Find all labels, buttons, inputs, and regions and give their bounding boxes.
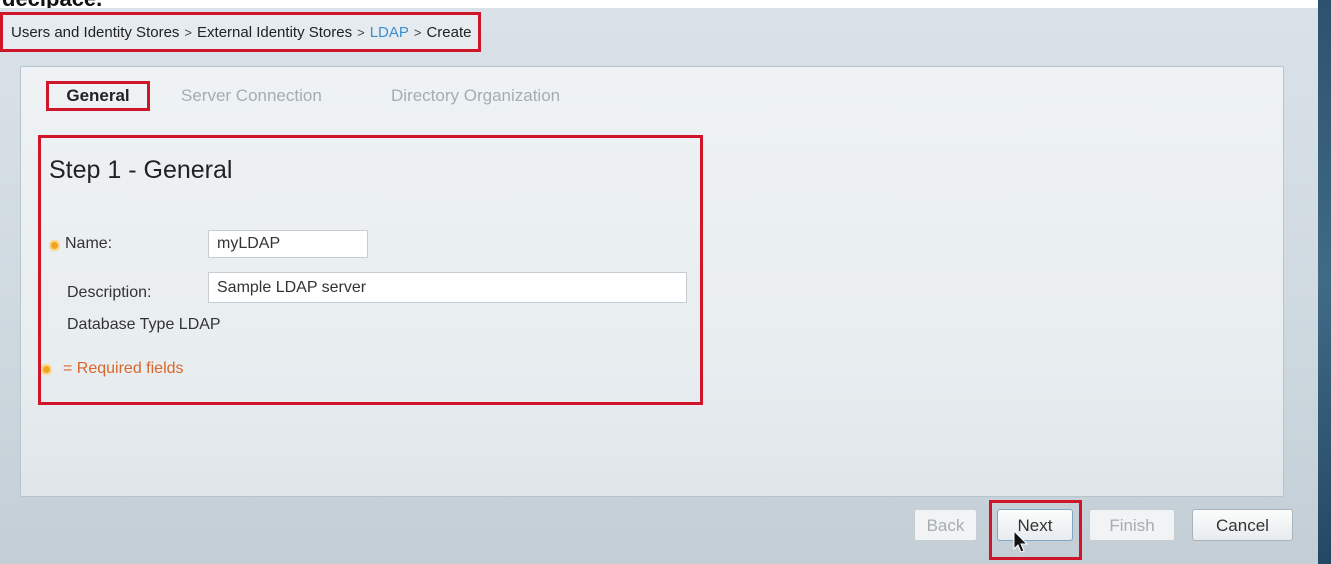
name-input[interactable]: [208, 230, 368, 258]
breadcrumb-item-external[interactable]: External Identity Stores: [197, 24, 352, 41]
required-field-icon: [41, 364, 52, 375]
step-content: Step 1 - General Name: Description: Data…: [38, 135, 703, 405]
tab-directory-organization[interactable]: Directory Organization: [391, 81, 560, 111]
breadcrumb-item-users[interactable]: Users and Identity Stores: [11, 24, 179, 41]
cropped-heading: decipace.: [2, 0, 102, 8]
breadcrumb-item-ldap[interactable]: LDAP: [370, 24, 409, 41]
breadcrumb: Users and Identity Stores > External Ide…: [0, 12, 481, 52]
mouse-pointer-icon: [1013, 530, 1029, 553]
wizard-panel: General Server Connection Directory Orga…: [20, 66, 1284, 497]
breadcrumb-separator: >: [184, 24, 193, 40]
description-input[interactable]: [208, 272, 687, 303]
breadcrumb-separator: >: [413, 24, 422, 40]
window-edge: [1318, 0, 1331, 564]
breadcrumb-separator: >: [357, 24, 365, 40]
back-button[interactable]: Back: [914, 509, 977, 541]
step-title: Step 1 - General: [49, 156, 233, 184]
required-field-icon: [49, 240, 60, 251]
description-label: Description:: [67, 284, 152, 301]
name-label: Name:: [65, 235, 113, 252]
next-button-highlight: [989, 500, 1082, 560]
tab-server-connection[interactable]: Server Connection: [181, 81, 322, 111]
database-type-label: Database Type: [67, 316, 175, 333]
tab-general[interactable]: General: [46, 81, 150, 111]
database-type-value: LDAP: [178, 316, 221, 333]
database-type-row: Database Type LDAP: [67, 316, 221, 334]
breadcrumb-item-create: Create: [426, 23, 472, 41]
cancel-button[interactable]: Cancel: [1192, 509, 1293, 541]
wizard-tabs: General Server Connection Directory Orga…: [21, 67, 1283, 127]
finish-button[interactable]: Finish: [1089, 509, 1175, 541]
required-fields-note: = Required fields: [63, 360, 184, 377]
